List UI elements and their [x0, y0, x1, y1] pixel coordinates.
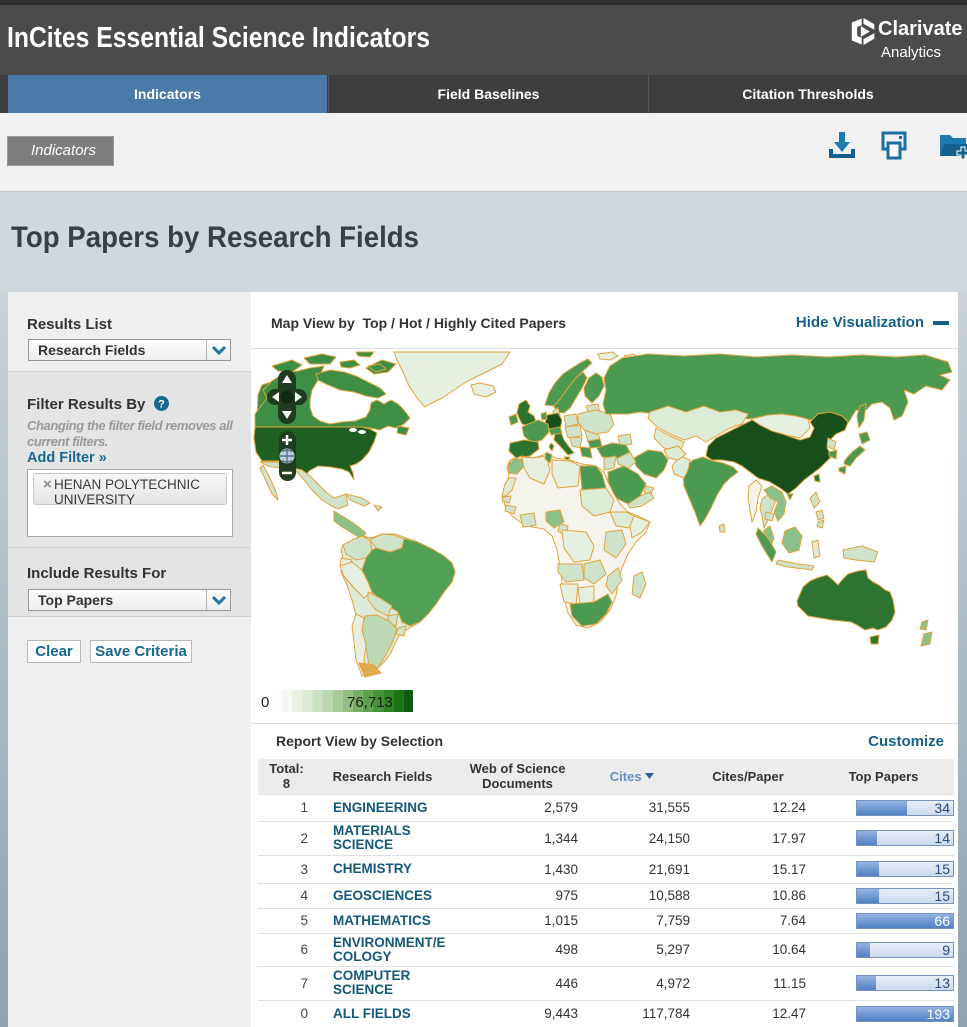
svg-text:?: ? — [158, 399, 165, 411]
svg-text:0: 0 — [261, 694, 269, 711]
svg-text:Top Papers by Research Fields: Top Papers by Research Fields — [11, 221, 419, 254]
svg-text:InCites Essential Science Indi: InCites Essential Science Indicators — [7, 22, 430, 54]
svg-text:76,713: 76,713 — [347, 694, 393, 711]
